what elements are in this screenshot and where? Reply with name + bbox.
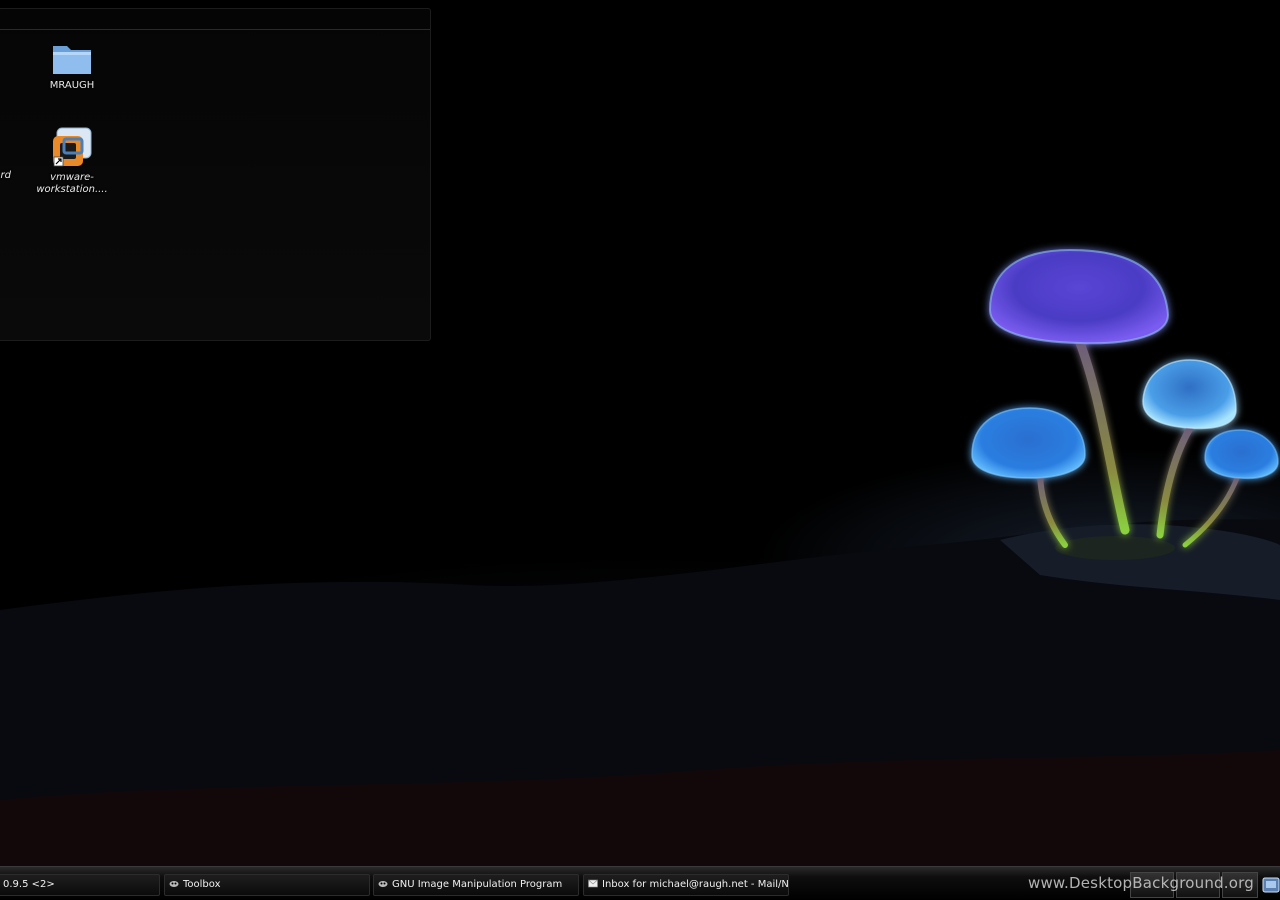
folder-icon — [53, 46, 91, 74]
desktop-icon-partial-folder[interactable] — [0, 42, 22, 80]
desktop-icon-mraugh[interactable]: MRAUGH — [28, 42, 116, 92]
panel-titlebar[interactable] — [0, 9, 430, 30]
taskbar-item-label: 0.9.5 <2> — [3, 879, 55, 890]
desktop-icon-label: vmware- workstation.... — [36, 172, 108, 195]
desktop-icon-label: rd — [0, 170, 11, 181]
taskbar-item-mail-inbox[interactable]: Inbox for michael@raugh.net - Mail/Ne — [583, 874, 789, 896]
taskbar-item-toolbox[interactable]: Toolbox — [164, 874, 370, 896]
mail-icon — [588, 879, 598, 888]
desktop: rd MRAUGH vmware- workstation.... 0.9.5 … — [0, 0, 1280, 900]
desktop-icon-partial-document[interactable]: rd — [0, 130, 11, 182]
taskbar-item-app-0-9-5[interactable]: 0.9.5 <2> — [0, 874, 160, 896]
watermark-text: www.DesktopBackground.org — [1028, 874, 1254, 892]
taskbar-item-label: Inbox for michael@raugh.net - Mail/Ne — [602, 879, 789, 890]
gimp-icon — [378, 881, 388, 887]
taskbar-item-label: GNU Image Manipulation Program — [392, 879, 563, 890]
gimp-icon — [169, 881, 179, 887]
tray-icon[interactable] — [1262, 874, 1280, 896]
desktop-icon-label: MRAUGH — [49, 80, 95, 91]
vmware-icon — [53, 127, 92, 167]
desktop-icon-vmware-workstation[interactable]: vmware- workstation.... — [28, 126, 116, 196]
taskbar-item-label: Toolbox — [183, 879, 221, 890]
taskbar-item-gimp[interactable]: GNU Image Manipulation Program — [373, 874, 579, 896]
